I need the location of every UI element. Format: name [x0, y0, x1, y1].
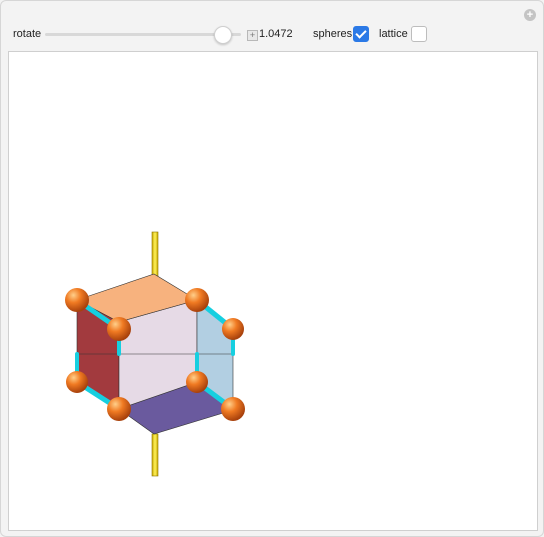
spheres-label: spheres — [313, 28, 353, 40]
sphere — [65, 288, 89, 312]
lattice-checkbox[interactable] — [411, 26, 427, 42]
graphics-canvas[interactable] — [8, 51, 538, 531]
rotate-slider-thumb[interactable] — [214, 26, 233, 44]
demo-panel: + rotate + 1.0472 spheres lattice — [0, 0, 544, 537]
rotate-label: rotate — [13, 28, 42, 40]
rotate-value: 1.0472 — [259, 28, 293, 40]
spheres-checkbox[interactable] — [353, 26, 369, 42]
sphere — [185, 288, 209, 312]
sphere — [186, 371, 208, 393]
rotate-slider[interactable] — [45, 26, 241, 44]
axis-rod-bottom — [151, 433, 159, 477]
plus-icon[interactable]: + — [524, 9, 536, 21]
sphere — [221, 397, 245, 421]
sphere — [107, 397, 131, 421]
sphere — [107, 317, 131, 341]
polyhedron-graphic — [65, 231, 245, 477]
sphere — [222, 318, 244, 340]
lattice-label: lattice — [379, 28, 408, 40]
expand-icon[interactable]: + — [247, 30, 258, 41]
sphere — [66, 371, 88, 393]
